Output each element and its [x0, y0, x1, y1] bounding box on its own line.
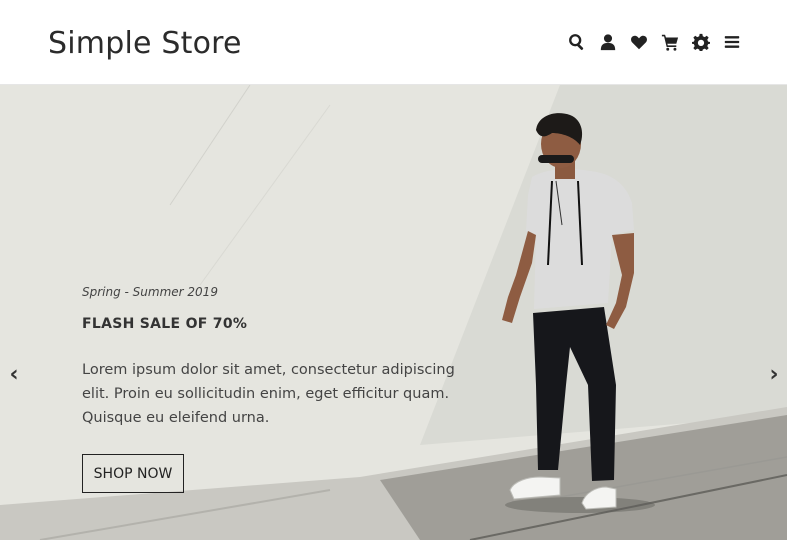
hero-caption: Spring - Summer 2019 FLASH SALE OF 70% L…	[82, 85, 482, 540]
site-logo[interactable]: Simple Store	[48, 26, 242, 61]
header-icon-bar	[568, 33, 741, 51]
hero-description: Lorem ipsum dolor sit amet, consectetur …	[82, 362, 455, 426]
heart-icon[interactable]	[630, 33, 648, 51]
gear-icon[interactable]	[692, 33, 710, 51]
site-header: Simple Store	[0, 0, 787, 85]
next-slide-arrow-icon[interactable]: ›	[764, 363, 784, 387]
shop-now-button[interactable]: SHOP NOW	[82, 454, 184, 493]
season-label: Spring - Summer 2019	[82, 285, 218, 299]
prev-slide-arrow-icon[interactable]: ‹	[4, 363, 24, 387]
user-icon[interactable]	[599, 33, 617, 51]
menu-icon[interactable]	[723, 33, 741, 51]
cart-icon[interactable]	[661, 33, 679, 51]
search-icon[interactable]	[568, 33, 586, 51]
sale-title: FLASH SALE OF 70%	[82, 316, 248, 332]
hero-slider: Spring - Summer 2019 FLASH SALE OF 70% L…	[0, 85, 787, 540]
